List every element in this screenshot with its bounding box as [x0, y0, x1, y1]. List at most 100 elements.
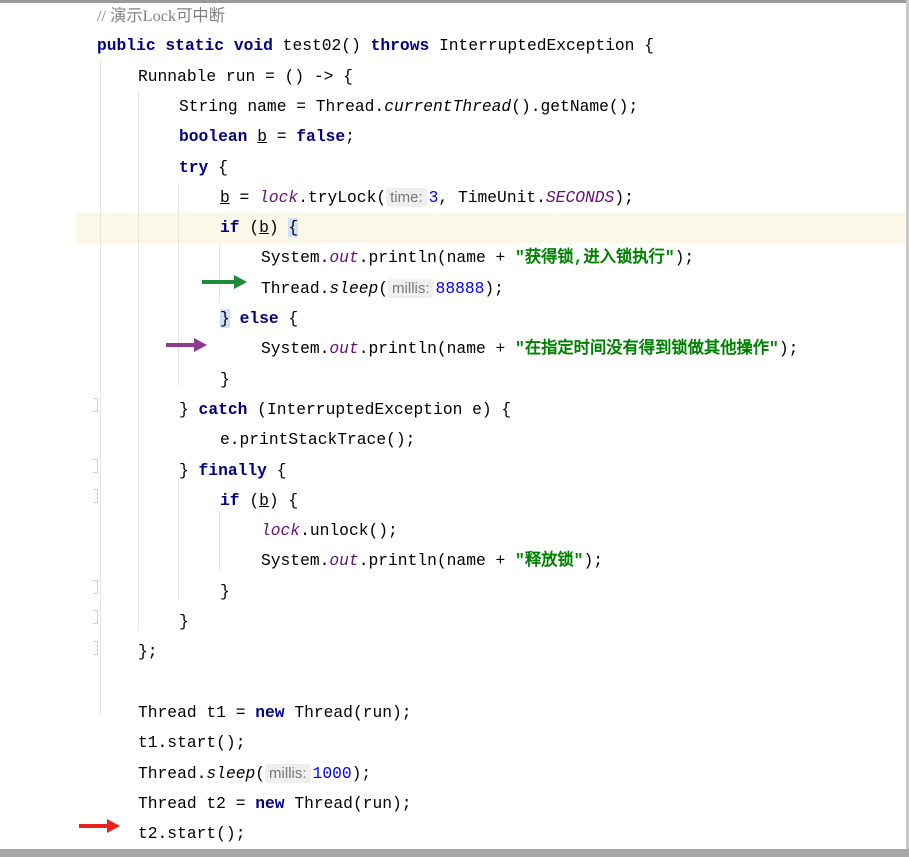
code-text: Thread. [138, 763, 207, 783]
fold-marker[interactable] [93, 641, 98, 655]
fold-marker[interactable] [93, 398, 98, 412]
field-ref: out [329, 339, 359, 359]
code-line[interactable]: b = lock.tryLock(time: 3, TimeUnit.SECOND… [220, 183, 634, 213]
code-text: } [179, 399, 199, 419]
code-text: ); [583, 551, 603, 571]
code-line[interactable]: e.printStackTrace(); [220, 425, 415, 455]
number-literal: 3 [428, 187, 439, 207]
code-text: Thread. [261, 278, 330, 298]
variable: b [259, 218, 269, 238]
code-text: .println(name + [358, 339, 516, 359]
code-line[interactable]: Thread t2 = new Thread(run); [138, 789, 412, 819]
fold-marker[interactable] [93, 459, 98, 473]
code-line[interactable]: if (b) { [220, 486, 298, 516]
code-line[interactable]: } [220, 365, 230, 395]
code-line[interactable]: Thread.sleep(millis: 88888); [261, 274, 504, 304]
code-line[interactable]: } [179, 607, 189, 637]
code-line[interactable]: boolean b = false; [179, 122, 355, 152]
keyword: new [255, 793, 285, 813]
keyword: false [296, 127, 346, 147]
green-arrow-icon [202, 275, 247, 289]
indent-guide [219, 510, 220, 572]
code-text: ); [351, 763, 372, 783]
code-text: .println(name + [358, 248, 516, 268]
code-line[interactable]: Runnable run = () -> { [138, 62, 353, 92]
variable: b [259, 490, 269, 510]
code-line[interactable]: System.out.println(name + "释放锁"); [261, 546, 603, 576]
static-method: sleep [206, 763, 256, 783]
code-text: t2.start(); [138, 824, 246, 844]
code-text: Thread t1 = [138, 702, 256, 722]
code-text: ); [484, 278, 504, 298]
code-text: System. [261, 339, 330, 359]
code-line[interactable]: // 演示Lock可中断 [97, 1, 225, 31]
code-line[interactable]: public static void test02() throws Inter… [97, 31, 654, 61]
code-line[interactable]: t2.start(); [138, 819, 245, 849]
indent-guide [138, 92, 139, 630]
indent-guide [100, 60, 101, 715]
keyword: catch [198, 399, 248, 419]
code-text: } [179, 612, 189, 631]
code-text: = [266, 127, 297, 147]
code-line[interactable]: if (b) { [220, 213, 299, 243]
code-text: ); [674, 248, 695, 268]
code-text: ); [778, 339, 799, 359]
keyword: new [255, 702, 285, 722]
code-text: .unlock(); [300, 521, 398, 541]
indent-guide [219, 243, 220, 303]
code-text: t1.start(); [138, 733, 246, 753]
static-method: currentThread [384, 96, 512, 116]
code-line[interactable]: t1.start(); [138, 728, 245, 758]
code-line[interactable]: System.out.println(name + "在指定时间没有得到锁做其他… [261, 334, 798, 364]
variable: b [257, 127, 267, 147]
code-text: } [220, 581, 230, 601]
code-text: ( [239, 490, 260, 510]
code-line[interactable]: } else { [220, 304, 298, 334]
field-ref: out [329, 248, 359, 268]
code-line[interactable]: Thread t1 = new Thread(run); [138, 698, 412, 728]
string-literal: "获得锁,进入锁执行" [515, 248, 675, 268]
fold-marker[interactable] [93, 489, 98, 503]
number-literal: 1000 [312, 763, 352, 783]
keyword: void [233, 36, 273, 56]
code-line[interactable]: System.out.println(name + "获得锁,进入锁执行"); [261, 243, 694, 273]
code-text: Thread t2 = [138, 793, 256, 813]
code-text: Runnable run = () -> { [138, 66, 353, 86]
code-line[interactable]: Thread.sleep(millis: 1000); [138, 759, 371, 789]
code-line[interactable]: } catch (InterruptedException e) { [179, 395, 511, 425]
keyword: if [220, 490, 240, 510]
code-text: ) [268, 218, 289, 238]
code-text: }; [138, 642, 158, 662]
code-text: ( [255, 763, 266, 783]
code-line[interactable]: lock.unlock(); [261, 516, 398, 546]
horizontal-scrollbar[interactable] [0, 849, 909, 857]
code-text: InterruptedException { [429, 36, 654, 56]
indent-guide [178, 183, 179, 385]
code-text: ( [378, 278, 389, 298]
fold-marker[interactable] [93, 580, 98, 594]
variable: b [220, 187, 230, 207]
string-literal: "在指定时间没有得到锁做其他操作" [515, 339, 779, 359]
code-text: (InterruptedException e) { [247, 399, 512, 419]
code-line[interactable]: try { [179, 153, 228, 183]
code-text: System. [261, 551, 330, 571]
code-line[interactable]: }; [138, 637, 158, 667]
code-text: .println(name + [358, 551, 516, 571]
parameter-hint: millis: [388, 278, 434, 298]
field-ref: lock [259, 187, 299, 207]
comment: // 演示Lock可中断 [97, 6, 225, 25]
keyword: if [220, 218, 240, 238]
code-text: System. [261, 248, 330, 268]
code-line[interactable]: String name = Thread.currentThread().get… [179, 92, 638, 122]
keyword: throws [370, 36, 430, 56]
keyword: public [97, 36, 156, 56]
code-line[interactable]: } finally { [179, 456, 287, 486]
code-line[interactable]: } [220, 577, 230, 607]
fold-marker[interactable] [93, 610, 98, 624]
number-literal: 88888 [435, 278, 485, 298]
code-text: ) { [268, 490, 299, 510]
purple-arrow-icon [166, 338, 207, 352]
